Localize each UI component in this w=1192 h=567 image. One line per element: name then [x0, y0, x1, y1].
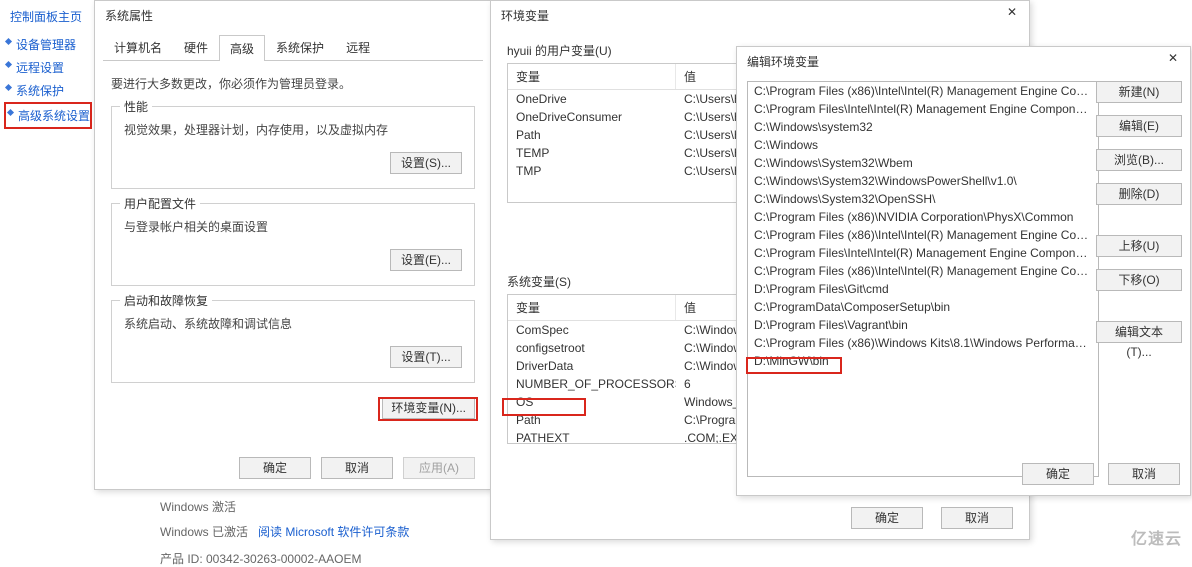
- tab-system-protection[interactable]: 系统保护: [265, 34, 335, 60]
- list-item[interactable]: D:\Program Files\Git\cmd: [748, 280, 1098, 298]
- list-item[interactable]: C:\Program Files (x86)\Intel\Intel(R) Ma…: [748, 262, 1098, 280]
- watermark-logo: 亿速云: [1131, 525, 1182, 549]
- activation-status: Windows 已激活: [160, 525, 248, 539]
- cp-link-device-manager[interactable]: 设备管理器: [4, 33, 92, 56]
- close-icon[interactable]: ✕: [1162, 51, 1184, 69]
- tab-remote[interactable]: 远程: [335, 34, 381, 60]
- dialog-title: 系统属性: [95, 1, 491, 28]
- user-profiles-settings-button[interactable]: 设置(E)...: [390, 249, 462, 271]
- ok-button[interactable]: 确定: [1022, 463, 1094, 485]
- tab-hardware[interactable]: 硬件: [173, 34, 219, 60]
- system-properties-dialog: 系统属性 计算机名 硬件 高级 系统保护 远程 要进行大多数更改，你必须作为管理…: [94, 0, 492, 490]
- performance-settings-button[interactable]: 设置(S)...: [390, 152, 462, 174]
- cancel-button[interactable]: 取消: [321, 457, 393, 479]
- list-item[interactable]: C:\Program Files (x86)\Intel\Intel(R) Ma…: [748, 82, 1098, 100]
- groupbox-desc: 视觉效果，处理器计划，内存使用，以及虚拟内存: [124, 121, 462, 138]
- apply-button[interactable]: 应用(A): [403, 457, 475, 479]
- move-down-button[interactable]: 下移(O): [1096, 269, 1182, 291]
- list-item[interactable]: C:\Windows\system32: [748, 118, 1098, 136]
- list-item[interactable]: D:\MinGW\bin: [748, 352, 1098, 370]
- groupbox-title: 用户配置文件: [120, 195, 200, 212]
- edit-button[interactable]: 编辑(E): [1096, 115, 1182, 137]
- groupbox-startup-recovery: 启动和故障恢复 系统启动、系统故障和调试信息 设置(T)...: [111, 300, 475, 383]
- list-item[interactable]: C:\Windows: [748, 136, 1098, 154]
- tab-advanced[interactable]: 高级: [219, 35, 265, 61]
- browse-button[interactable]: 浏览(B)...: [1096, 149, 1182, 171]
- dialog-title: 环境变量: [491, 1, 1029, 28]
- cp-link-system-protection[interactable]: 系统保护: [4, 79, 92, 102]
- move-up-button[interactable]: 上移(U): [1096, 235, 1182, 257]
- tab-computer-name[interactable]: 计算机名: [103, 34, 173, 60]
- edit-env-variable-dialog: 编辑环境变量 ✕ C:\Program Files (x86)\Intel\In…: [736, 46, 1191, 496]
- list-item[interactable]: C:\Program Files (x86)\NVIDIA Corporatio…: [748, 208, 1098, 226]
- column-header-variable[interactable]: 变量: [508, 295, 676, 320]
- cp-link-advanced-system-settings[interactable]: 高级系统设置: [4, 102, 92, 129]
- dialog-title: 编辑环境变量: [737, 47, 1190, 74]
- groupbox-desc: 与登录帐户相关的桌面设置: [124, 218, 462, 235]
- list-item[interactable]: C:\Windows\System32\WindowsPowerShell\v1…: [748, 172, 1098, 190]
- list-item[interactable]: C:\Windows\System32\OpenSSH\: [748, 190, 1098, 208]
- tabstrip: 计算机名 硬件 高级 系统保护 远程: [103, 34, 483, 61]
- groupbox-desc: 系统启动、系统故障和调试信息: [124, 315, 462, 332]
- list-item[interactable]: C:\ProgramData\ComposerSetup\bin: [748, 298, 1098, 316]
- column-header-variable[interactable]: 变量: [508, 64, 676, 89]
- list-item[interactable]: C:\Program Files (x86)\Windows Kits\8.1\…: [748, 334, 1098, 352]
- license-terms-link[interactable]: 阅读 Microsoft 软件许可条款: [258, 525, 409, 539]
- environment-variables-button[interactable]: 环境变量(N)...: [382, 397, 475, 419]
- close-icon[interactable]: ✕: [1001, 5, 1023, 23]
- cp-link-remote-settings[interactable]: 远程设置: [4, 56, 92, 79]
- product-id: 产品 ID: 00342-30263-00002-AAOEM: [160, 550, 409, 567]
- groupbox-user-profiles: 用户配置文件 与登录帐户相关的桌面设置 设置(E)...: [111, 203, 475, 286]
- path-entries-list[interactable]: C:\Program Files (x86)\Intel\Intel(R) Ma…: [747, 81, 1099, 477]
- startup-recovery-settings-button[interactable]: 设置(T)...: [390, 346, 462, 368]
- new-button[interactable]: 新建(N): [1096, 81, 1182, 103]
- admin-note: 要进行大多数更改，你必须作为管理员登录。: [111, 75, 475, 92]
- edit-text-button[interactable]: 编辑文本(T)...: [1096, 321, 1182, 343]
- control-panel-nav: 控制面板主页 设备管理器 远程设置 系统保护 高级系统设置: [0, 0, 92, 557]
- list-item[interactable]: D:\Program Files\Vagrant\bin: [748, 316, 1098, 334]
- activation-heading: Windows 激活: [160, 498, 409, 515]
- list-item[interactable]: C:\Program Files\Intel\Intel(R) Manageme…: [748, 100, 1098, 118]
- list-item[interactable]: C:\Program Files\Intel\Intel(R) Manageme…: [748, 244, 1098, 262]
- delete-button[interactable]: 删除(D): [1096, 183, 1182, 205]
- ok-button[interactable]: 确定: [239, 457, 311, 479]
- groupbox-title: 性能: [120, 98, 152, 115]
- cancel-button[interactable]: 取消: [1108, 463, 1180, 485]
- list-item[interactable]: C:\Program Files (x86)\Intel\Intel(R) Ma…: [748, 226, 1098, 244]
- ok-button[interactable]: 确定: [851, 507, 923, 529]
- list-item[interactable]: C:\Windows\System32\Wbem: [748, 154, 1098, 172]
- groupbox-title: 启动和故障恢复: [120, 292, 212, 309]
- cp-home-link[interactable]: 控制面板主页: [4, 6, 92, 33]
- cancel-button[interactable]: 取消: [941, 507, 1013, 529]
- groupbox-performance: 性能 视觉效果，处理器计划，内存使用，以及虚拟内存 设置(S)...: [111, 106, 475, 189]
